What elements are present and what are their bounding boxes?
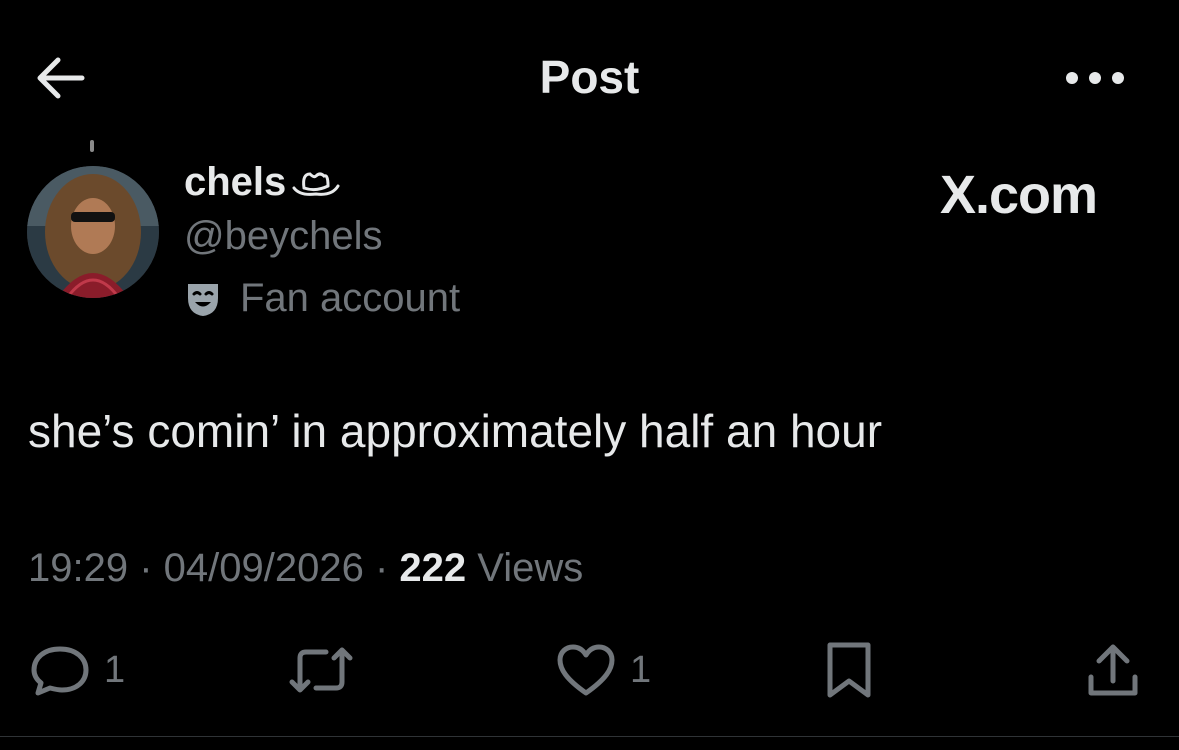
avatar[interactable] bbox=[27, 166, 159, 298]
account-label-text: Fan account bbox=[240, 276, 461, 320]
reply-count: 1 bbox=[104, 648, 126, 691]
repost-button[interactable] bbox=[286, 640, 356, 700]
post-meta: 19:29 · 04/09/2026 · 222 Views bbox=[28, 546, 583, 591]
more-options-button[interactable] bbox=[1060, 60, 1130, 96]
author-handle[interactable]: @beychels bbox=[184, 214, 382, 259]
meta-separator: · bbox=[363, 546, 400, 590]
like-count: 1 bbox=[630, 648, 652, 691]
post-text: she’s comin’ in approximately half an ho… bbox=[28, 405, 883, 457]
views-count[interactable]: 222 bbox=[399, 546, 466, 590]
share-button[interactable] bbox=[1086, 640, 1140, 700]
reply-icon bbox=[31, 646, 89, 696]
author-name[interactable]: chels bbox=[184, 160, 342, 205]
like-icon bbox=[557, 644, 615, 696]
avatar-image bbox=[27, 166, 159, 298]
author-display-name: chels bbox=[184, 160, 287, 204]
divider bbox=[0, 736, 1179, 737]
x-watermark: X.com bbox=[940, 165, 1098, 225]
bookmark-icon bbox=[827, 642, 871, 698]
theater-mask-icon bbox=[188, 283, 218, 316]
share-icon bbox=[1088, 644, 1138, 696]
post-date[interactable]: 04/09/2026 bbox=[164, 546, 364, 590]
like-button[interactable]: 1 bbox=[556, 640, 651, 700]
cowboy-hat-icon bbox=[292, 171, 340, 196]
more-icon bbox=[1066, 72, 1124, 84]
page-title: Post bbox=[539, 51, 640, 103]
views-label[interactable]: Views bbox=[477, 546, 583, 590]
bookmark-button[interactable] bbox=[824, 640, 874, 700]
reply-button[interactable]: 1 bbox=[30, 640, 125, 700]
meta-separator: · bbox=[128, 546, 164, 590]
account-label[interactable]: Fan account bbox=[184, 276, 460, 321]
repost-icon bbox=[289, 647, 353, 693]
thread-line bbox=[90, 140, 94, 152]
post-time[interactable]: 19:29 bbox=[28, 546, 128, 590]
